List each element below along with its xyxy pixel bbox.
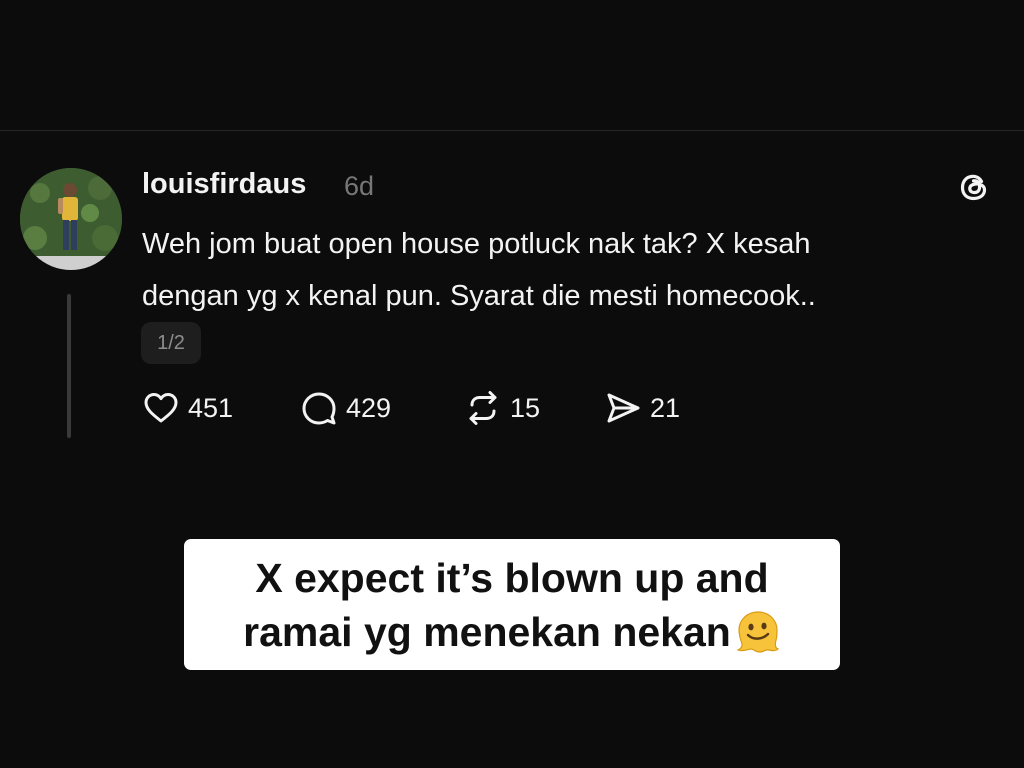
post-text-line: dengan yg x kenal pun. Syarat die mesti … (142, 280, 816, 312)
post-text: Weh jom buat open house potluck nak tak?… (142, 218, 1002, 322)
threads-logo-icon[interactable] (955, 168, 993, 206)
repost-count: 15 (510, 392, 541, 423)
like-button[interactable]: 451 (142, 386, 233, 430)
page-indicator[interactable]: 1/2 (141, 322, 201, 364)
melting-face-emoji (736, 611, 779, 653)
heart-icon (144, 393, 178, 423)
timestamp: 6d (344, 171, 375, 201)
comment-bubble-icon (302, 392, 336, 425)
share-button[interactable]: 21 (604, 386, 680, 430)
reply-button[interactable]: 429 (300, 386, 391, 430)
thread-line (67, 294, 71, 438)
reply-count: 429 (346, 392, 392, 423)
repost-button[interactable]: 15 (464, 386, 540, 430)
username[interactable]: louisfirdaus (142, 168, 306, 201)
caption-line: ramai yg menekan nekan (184, 605, 840, 659)
share-count: 21 (650, 392, 681, 423)
caption-overlay: X expect it’s blown up and ramai yg mene… (184, 539, 840, 670)
avatar[interactable] (20, 168, 122, 270)
avatar-photo (20, 168, 122, 270)
like-count: 451 (188, 392, 234, 423)
caption-line-text: ramai yg menekan nekan (243, 608, 731, 655)
caption-line: X expect it’s blown up and (255, 554, 769, 601)
post-text-line: Weh jom buat open house potluck nak tak?… (142, 228, 811, 260)
top-divider (0, 130, 1024, 131)
send-icon (607, 393, 640, 423)
repost-icon (469, 391, 497, 425)
